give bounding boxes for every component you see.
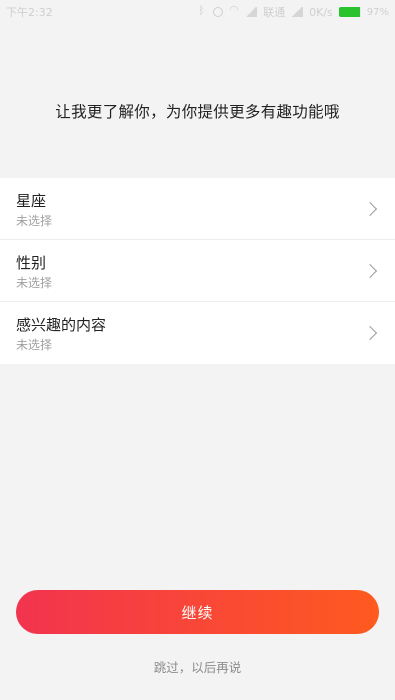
list-item-title: 星座 [16, 192, 47, 210]
list-item-subtitle: 未选择 [16, 214, 53, 228]
signal-icon-2 [291, 7, 304, 17]
battery-icon [338, 7, 361, 17]
continue-button[interactable]: 继续 [16, 590, 379, 634]
skip-link[interactable]: 跳过，以后再说 [0, 657, 395, 676]
network-label: 联通 [263, 6, 286, 19]
alarm-icon [213, 7, 224, 17]
list-item-interests[interactable]: 感兴趣的内容 未选择 [0, 302, 395, 364]
status-time: 下午2:32 [6, 6, 53, 19]
list-item-gender[interactable]: 性别 未选择 [0, 240, 395, 302]
battery-percent: 97% [366, 6, 389, 18]
list-item-title: 感兴趣的内容 [16, 316, 107, 334]
bluetooth-icon [197, 4, 207, 17]
preference-list: 星座 未选择 性别 未选择 感兴趣的内容 未选择 [0, 178, 395, 364]
page: 下午2:32 联通 0K/s 97% 让我更了解你，为你提供更多有趣功能哦 星座… [0, 0, 395, 700]
signal-icon [245, 7, 258, 17]
battery-fill [338, 7, 361, 17]
status-bar: 下午2:32 联通 0K/s 97% [0, 0, 395, 24]
list-item-subtitle: 未选择 [16, 276, 53, 290]
status-icons: 联通 0K/s 97% [197, 3, 389, 20]
list-item-constellation[interactable]: 星座 未选择 [0, 178, 395, 240]
network-speed: 0K/s [309, 5, 333, 19]
list-item-subtitle: 未选择 [16, 338, 53, 352]
wifi-icon [229, 3, 239, 17]
list-item-title: 性别 [16, 254, 47, 272]
page-headline: 让我更了解你，为你提供更多有趣功能哦 [55, 103, 340, 121]
